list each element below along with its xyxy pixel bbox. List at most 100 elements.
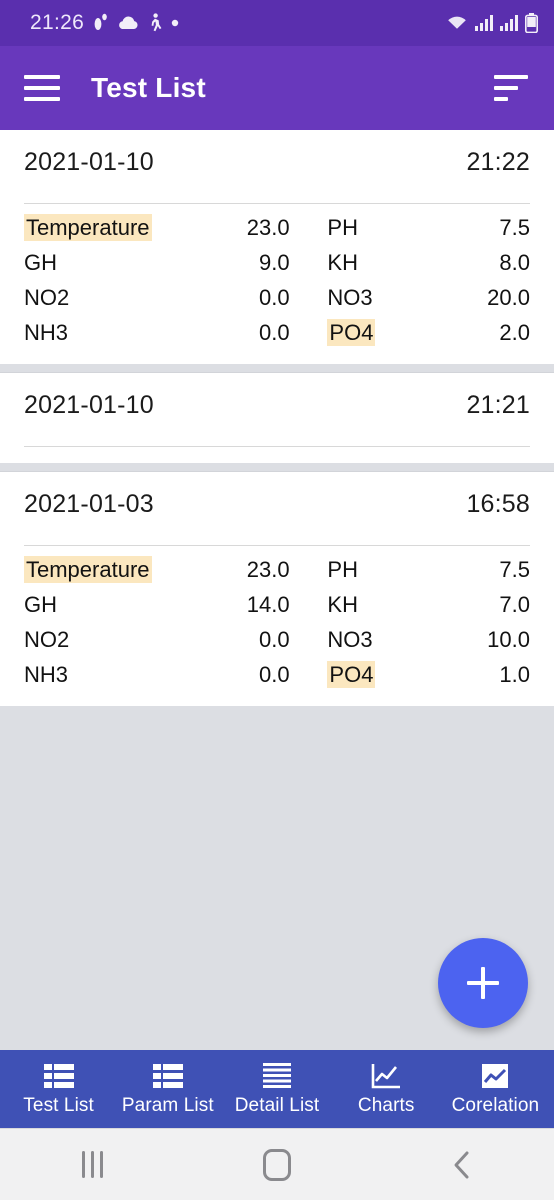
parameter-value: 0.0: [259, 626, 290, 652]
walking-person-icon: [151, 13, 162, 32]
test-card[interactable]: 2021-01-10 21:21: [0, 372, 554, 463]
highlight: PO4: [327, 660, 376, 688]
parameter-label: NH3: [24, 661, 69, 687]
parameter-label: GH: [24, 249, 57, 275]
list-table-icon: [152, 1061, 183, 1091]
nav-item-label: Detail List: [234, 1095, 320, 1116]
wifi-icon: [448, 16, 466, 29]
nav-item-param-list[interactable]: Param List: [113, 1061, 222, 1117]
parameter-rows: Temperature 23.0 PH 7.5 GH 14.0 KH 7.0 NO2 0.0 NO3…: [24, 552, 530, 692]
parameter-value: 2.0: [499, 319, 530, 345]
parameter-label: Temperature: [24, 213, 204, 241]
nav-item-detail-list[interactable]: Detail List: [222, 1061, 331, 1117]
list-table-icon: [43, 1061, 74, 1091]
parameter-value: 7.5: [499, 214, 530, 240]
test-list-content[interactable]: 2021-01-10 21:22 Temperature 23.0 PH 7.5 GH 9.0…: [0, 130, 554, 1050]
test-card-header: 2021-01-10 21:22: [24, 148, 530, 203]
parameter-value: 9.0: [259, 249, 290, 275]
test-card[interactable]: 2021-01-03 16:58 Temperature 23.0 PH 7.5 GH 14.…: [0, 471, 554, 706]
parameter-label: KH: [327, 249, 358, 275]
test-time: 21:22: [466, 148, 530, 176]
parameter-value: 0.0: [259, 319, 290, 345]
nav-item-corelation[interactable]: Corelation: [441, 1061, 550, 1117]
parameter-value: 7.0: [499, 591, 530, 617]
test-date: 2021-01-10: [24, 391, 154, 419]
battery-icon: [525, 13, 538, 33]
parameter-label: KH: [327, 591, 358, 617]
recents-icon[interactable]: [32, 1151, 152, 1178]
lines-list-icon: [263, 1061, 291, 1091]
parameter-value: 1.0: [499, 661, 530, 687]
nav-item-label: Charts: [357, 1095, 415, 1116]
parameter-label: NH3: [24, 319, 69, 345]
parameter-row: Temperature 23.0 PH 7.5: [24, 210, 530, 245]
status-time: 21:26: [30, 11, 85, 34]
parameter-value: 0.0: [259, 284, 290, 310]
card-divider: [24, 203, 530, 204]
bottom-navigation: Test List Param List Detail List Charts Core…: [0, 1050, 554, 1128]
test-card-header: 2021-01-10 21:21: [24, 391, 530, 446]
parameter-row: GH 9.0 KH 8.0: [24, 245, 530, 280]
footsteps-icon: [94, 13, 107, 30]
status-bar-left: 21:26: [30, 11, 179, 35]
test-date: 2021-01-10: [24, 148, 154, 176]
dot-icon: [171, 19, 179, 27]
status-bar-right: [446, 13, 538, 33]
home-icon[interactable]: [217, 1148, 337, 1181]
parameter-label: PO4: [327, 660, 444, 688]
filled-chart-icon: [481, 1061, 509, 1091]
test-date: 2021-01-03: [24, 490, 154, 518]
parameter-rows: Temperature 23.0 PH 7.5 GH 9.0 KH 8.0 NO2 0.0 NO3 2…: [24, 210, 530, 350]
nav-item-label: Test List: [23, 1095, 94, 1116]
parameter-label: NO3: [327, 626, 373, 652]
signal-bars-icon: [475, 15, 493, 31]
cloud-icon: [119, 16, 138, 29]
parameter-label: Temperature: [24, 555, 204, 583]
status-bar: 21:26: [0, 0, 554, 46]
parameter-value: 23.0: [246, 556, 290, 582]
parameter-label: PO4: [327, 318, 444, 346]
highlight: PO4: [327, 318, 376, 346]
parameter-row: NO2 0.0 NO3 20.0: [24, 280, 530, 315]
parameter-row: Temperature 23.0 PH 7.5: [24, 552, 530, 587]
nav-item-label: Corelation: [451, 1095, 540, 1116]
parameter-value: 23.0: [246, 214, 290, 240]
highlight: Temperature: [24, 555, 152, 583]
add-test-fab[interactable]: [438, 938, 528, 1028]
phone-screen: 21:26 Test List 2021-01-10 21:22 Tempera…: [0, 0, 554, 1200]
back-icon[interactable]: [402, 1149, 522, 1181]
test-card-list: 2021-01-10 21:22 Temperature 23.0 PH 7.5 GH 9.0…: [0, 130, 554, 706]
parameter-label: GH: [24, 591, 57, 617]
plus-icon: [467, 967, 499, 999]
parameter-row: NH3 0.0 PO4 2.0: [24, 315, 530, 350]
highlight: Temperature: [24, 213, 152, 241]
test-card[interactable]: 2021-01-10 21:22 Temperature 23.0 PH 7.5 GH 9.0…: [0, 130, 554, 364]
test-time: 21:21: [466, 391, 530, 419]
parameter-value: 7.5: [499, 556, 530, 582]
system-navigation-bar: [0, 1128, 554, 1200]
nav-item-label: Param List: [121, 1095, 214, 1116]
card-divider: [24, 545, 530, 546]
page-title: Test List: [91, 72, 206, 103]
nav-item-charts[interactable]: Charts: [332, 1061, 441, 1117]
parameter-row: NO2 0.0 NO3 10.0: [24, 622, 530, 657]
nav-item-test-list[interactable]: Test List: [4, 1061, 113, 1117]
signal-bars-2-icon: [500, 15, 518, 31]
test-time: 16:58: [466, 490, 530, 518]
parameter-label: PH: [327, 556, 358, 582]
test-card-header: 2021-01-03 16:58: [24, 490, 530, 545]
parameter-value: 10.0: [487, 626, 530, 652]
parameter-row: NH3 0.0 PO4 1.0: [24, 657, 530, 692]
parameter-value: 20.0: [487, 284, 530, 310]
parameter-value: 8.0: [499, 249, 530, 275]
parameter-row: GH 14.0 KH 7.0: [24, 587, 530, 622]
parameter-label: NO2: [24, 284, 70, 310]
parameter-label: NO3: [327, 284, 373, 310]
sort-icon[interactable]: [494, 72, 532, 104]
parameter-value: 0.0: [259, 661, 290, 687]
parameter-value: 14.0: [246, 591, 290, 617]
app-bar: Test List: [0, 46, 554, 130]
hamburger-menu-icon[interactable]: [24, 72, 62, 104]
parameter-label: NO2: [24, 626, 70, 652]
parameter-label: PH: [327, 214, 358, 240]
